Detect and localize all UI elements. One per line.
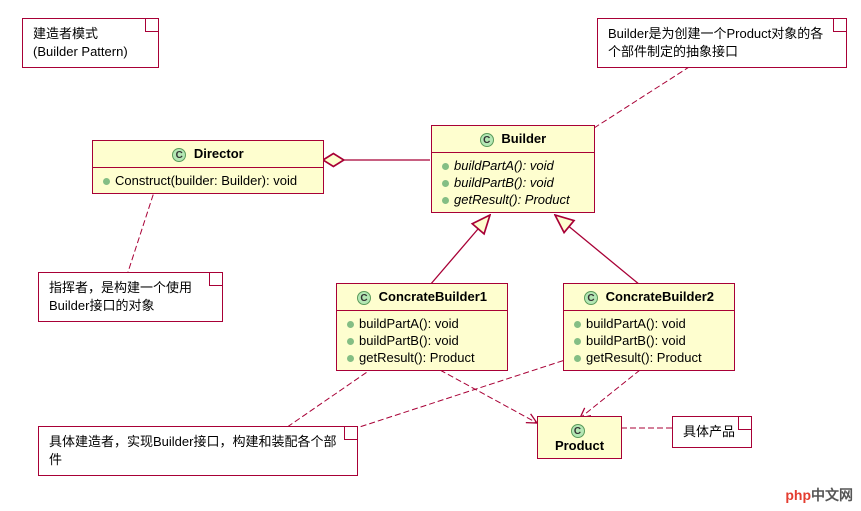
class-director: C Director Construct(builder: Builder): … [92,140,324,194]
builder-note: Builder是为创建一个Product对象的各个部件制定的抽象接口 [597,18,847,68]
class-builder-header: C Builder [432,126,594,153]
director-note: 指挥者，是构建一个使用Builder接口的对象 [38,272,223,322]
visibility-icon [347,355,354,362]
class-concrete-builder-1: C ConcrateBuilder1 buildPartA(): void bu… [336,283,508,371]
member: buildPartA(): void [440,157,586,174]
class-director-name: Director [194,146,244,161]
class-product-header: C Product [538,417,621,458]
visibility-icon [442,180,449,187]
visibility-icon [442,163,449,170]
class-director-header: C Director [93,141,323,168]
class-icon: C [480,133,494,147]
class-icon: C [357,291,371,305]
concrete-builder-note: 具体建造者，实现Builder接口，构建和装配各个部件 [38,426,358,476]
class-builder-body: buildPartA(): void buildPartB(): void ge… [432,153,594,212]
visibility-icon [574,355,581,362]
title-note: 建造者模式 (Builder Pattern) [22,18,159,68]
class-concrete2-body: buildPartA(): void buildPartB(): void ge… [564,311,734,370]
member: getResult(): Product [572,349,726,366]
member: buildPartA(): void [345,315,499,332]
visibility-icon [442,197,449,204]
visibility-icon [347,321,354,328]
class-concrete-builder-2: C ConcrateBuilder2 buildPartA(): void bu… [563,283,735,371]
visibility-icon [347,338,354,345]
watermark-rest: 中文网 [811,487,853,503]
class-product-name: Product [555,438,604,453]
class-concrete2-name: ConcrateBuilder2 [606,289,714,304]
class-builder: C Builder buildPartA(): void buildPartB(… [431,125,595,213]
title-note-line1: 建造者模式 [33,25,148,43]
class-concrete2-header: C ConcrateBuilder2 [564,284,734,311]
title-note-line2: (Builder Pattern) [33,43,148,61]
visibility-icon [574,321,581,328]
visibility-icon [574,338,581,345]
class-concrete1-name: ConcrateBuilder1 [379,289,487,304]
class-icon: C [172,148,186,162]
member: buildPartB(): void [345,332,499,349]
member: getResult(): Product [440,191,586,208]
member: buildPartB(): void [440,174,586,191]
class-concrete1-header: C ConcrateBuilder1 [337,284,507,311]
member: buildPartA(): void [572,315,726,332]
visibility-icon [103,178,110,185]
member: buildPartB(): void [572,332,726,349]
watermark: php中文网 [785,485,853,505]
class-icon: C [584,291,598,305]
class-product: C Product [537,416,622,459]
member: getResult(): Product [345,349,499,366]
watermark-php: php [785,487,811,503]
member: Construct(builder: Builder): void [101,172,315,189]
product-note: 具体产品 [672,416,752,448]
class-director-body: Construct(builder: Builder): void [93,168,323,193]
class-icon: C [571,424,585,438]
class-builder-name: Builder [501,131,546,146]
class-concrete1-body: buildPartA(): void buildPartB(): void ge… [337,311,507,370]
